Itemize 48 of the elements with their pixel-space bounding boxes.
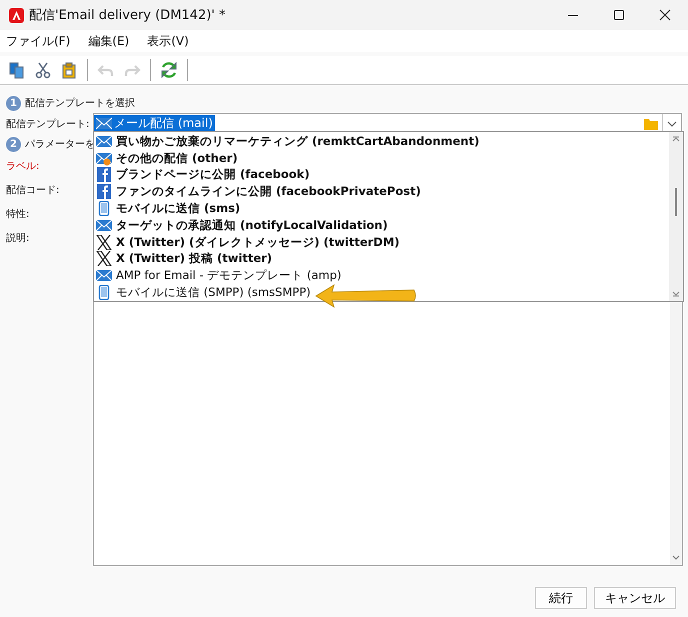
dropdown-item[interactable]: ファンのタイムラインに公開 (facebookPrivatePost)	[94, 183, 669, 200]
close-icon	[659, 9, 671, 21]
combo-value: メール配信 (mail)	[94, 115, 215, 132]
dialog-button[interactable]: 続行	[535, 587, 587, 609]
scroll-top-icon[interactable]	[672, 136, 680, 142]
field-label: 配信コード:	[6, 184, 60, 197]
field-label: 説明:	[6, 232, 30, 245]
window-title: 配信'Email delivery (DM142)' *	[29, 7, 226, 24]
dropdown-item[interactable]: X (Twitter) 投稿 (twitter)	[94, 250, 669, 268]
envelope-icon	[96, 150, 112, 166]
dropdown-item[interactable]: その他の配信 (other)	[94, 150, 669, 167]
field-label: 配信テンプレート:	[6, 118, 90, 130]
menu-item[interactable]: 表示(V)	[147, 32, 189, 50]
refresh-icon	[160, 61, 178, 79]
dropdown-item[interactable]: AMP for Email - デモテンプレート (amp)	[94, 267, 669, 284]
field-label: ラベル:	[6, 160, 40, 173]
chevron-down-icon	[667, 120, 677, 126]
envelope-icon	[96, 134, 112, 149]
x-logo-icon	[96, 234, 112, 250]
facebook-icon	[96, 184, 112, 200]
scrollbar[interactable]	[669, 132, 683, 301]
envelope-icon	[96, 218, 112, 233]
dropdown-item[interactable]: モバイルに送信 (SMPP) (smsSMPP)	[94, 284, 669, 301]
clipboard-icon	[60, 61, 78, 79]
envelope-icon	[96, 116, 112, 131]
maximize-icon	[613, 9, 625, 21]
facebook-icon	[96, 167, 112, 182]
dropdown-item[interactable]: ブランドページに公開 (facebook)	[94, 166, 669, 184]
step-number: 2	[6, 136, 21, 152]
app-logo-icon	[9, 8, 24, 22]
step-number: 1	[6, 96, 21, 110]
x-logo-icon	[96, 251, 112, 266]
dropdown-item[interactable]: モバイルに送信 (sms)	[94, 200, 669, 217]
field-label: 特性:	[6, 208, 30, 221]
scissors-icon	[34, 61, 52, 79]
menu-item[interactable]: 編集(E)	[88, 32, 130, 50]
envelope-icon	[96, 268, 112, 284]
dropdown-item[interactable]: 買い物かご放棄のリマーケティング (remktCartAbandonment)	[94, 133, 669, 150]
scroll-bottom-icon[interactable]	[672, 291, 680, 297]
scroll-down-icon[interactable]	[672, 555, 680, 561]
dropdown-item[interactable]: ターゲットの承認通知 (notifyLocalValidation)	[94, 216, 669, 234]
step-title: 配信テンプレートを選択	[25, 96, 135, 110]
dialog-button[interactable]: キャンセル	[594, 587, 676, 609]
phone-icon	[96, 201, 112, 216]
dropdown-item[interactable]: X (Twitter) (ダイレクトメッセージ) (twitterDM)	[94, 234, 669, 251]
copy-icon	[8, 61, 26, 79]
step-title: パラメーターを	[25, 138, 95, 151]
menu-item[interactable]: ファイル(F)	[6, 32, 70, 50]
